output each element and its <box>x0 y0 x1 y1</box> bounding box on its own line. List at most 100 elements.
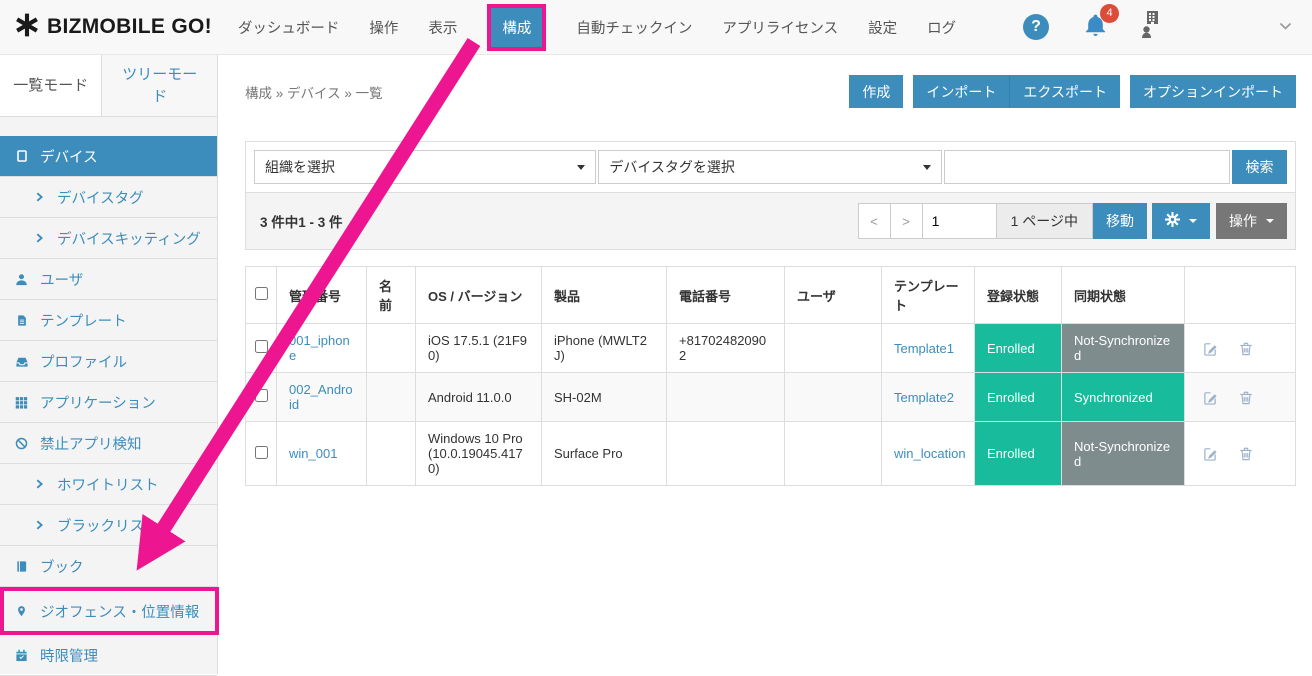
header-os-version: OS / バージョン <box>416 267 542 324</box>
search-button[interactable]: 検索 <box>1232 150 1287 184</box>
sidebar: 一覧モード ツリーモード デバイス デバイスタグ デバイスキッティング ユーザ <box>0 55 218 674</box>
bell-icon <box>1083 25 1108 42</box>
nav-auto-checkin[interactable]: 自動チェックイン <box>576 17 692 38</box>
template-link[interactable]: Template1 <box>894 341 954 356</box>
sync-status-badge: Not-Synchronized <box>1062 324 1185 373</box>
create-button[interactable]: 作成 <box>849 75 903 108</box>
tab-list-mode[interactable]: 一覧モード <box>0 55 102 116</box>
sidebar-item-banned-app-detection[interactable]: 禁止アプリ検知 <box>0 423 217 464</box>
cell-product: SH-02M <box>542 373 667 422</box>
sidebar-item-device[interactable]: デバイス <box>0 136 217 177</box>
tab-tree-mode[interactable]: ツリーモード <box>102 55 217 116</box>
row-checkbox[interactable] <box>255 446 268 459</box>
top-navbar: BIZMOBILE GO! ダッシュボード 操作 表示 構成 自動チェックイン … <box>0 0 1312 55</box>
sidebar-item-label: デバイス <box>40 146 98 167</box>
cell-os: Android 11.0.0 <box>416 373 542 422</box>
chevron-right-icon <box>31 232 46 244</box>
export-button[interactable]: エクスポート <box>1009 75 1120 108</box>
row-checkbox[interactable] <box>255 340 268 353</box>
sidebar-item-book[interactable]: ブック <box>0 546 217 587</box>
sidebar-menu: デバイス デバイスタグ デバイスキッティング ユーザ テンプレート プロファイル <box>0 136 217 676</box>
option-import-button[interactable]: オプションインポート <box>1130 75 1296 108</box>
organization-select-value: 組織を選択 <box>265 157 335 177</box>
sidebar-item-whitelist[interactable]: ホワイトリスト <box>0 464 217 505</box>
header-enroll-status: 登録状態 <box>975 267 1062 324</box>
next-page-button[interactable]: > <box>890 203 923 239</box>
sidebar-item-label: 禁止アプリ検知 <box>40 433 142 454</box>
caret-down-icon <box>577 165 585 170</box>
page-header-row: 構成 » デバイス » 一覧 作成 インポート エクスポート オプションインポー… <box>245 55 1296 108</box>
nav-dashboard[interactable]: ダッシュボード <box>238 17 340 38</box>
template-link[interactable]: win_location <box>894 446 966 461</box>
delete-icon[interactable] <box>1239 390 1253 405</box>
sidebar-item-time-limit[interactable]: 時限管理 <box>0 635 217 676</box>
breadcrumb: 構成 » デバイス » 一覧 <box>245 82 383 102</box>
sidebar-item-device-tag[interactable]: デバイスタグ <box>0 177 217 218</box>
app-screen: BIZMOBILE GO! ダッシュボード 操作 表示 構成 自動チェックイン … <box>0 0 1312 674</box>
organization-select[interactable]: 組織を選択 <box>254 150 596 184</box>
delete-icon[interactable] <box>1239 446 1253 461</box>
nav-settings[interactable]: 設定 <box>868 17 897 38</box>
sync-status-badge: Synchronized <box>1062 373 1185 422</box>
main-nav: ダッシュボード 操作 表示 構成 自動チェックイン アプリライセンス 設定 ログ <box>238 4 956 51</box>
settings-dropdown-button[interactable] <box>1152 203 1210 239</box>
calendar-icon <box>14 649 29 662</box>
edit-icon[interactable] <box>1203 446 1218 461</box>
sidebar-item-label: アプリケーション <box>40 392 156 413</box>
device-link[interactable]: 001_iphone <box>289 333 350 363</box>
header-product: 製品 <box>542 267 667 324</box>
sidebar-item-label: ユーザ <box>40 269 83 290</box>
device-table: 管理番号 名前 OS / バージョン 製品 電話番号 ユーザ テンプレート 登録… <box>245 266 1296 486</box>
device-tag-select[interactable]: デバイスタグを選択 <box>598 150 941 184</box>
header-sync-status: 同期状態 <box>1062 267 1185 324</box>
operations-dropdown-label: 操作 <box>1229 211 1257 231</box>
import-button[interactable]: インポート <box>913 75 1009 108</box>
pagination-controls: < > 1 ページ中 移動 操作 <box>858 203 1287 239</box>
chevron-down-icon[interactable] <box>1279 18 1302 36</box>
sidebar-item-user[interactable]: ユーザ <box>0 259 217 300</box>
cell-product: iPhone (MWLT2J) <box>542 324 667 373</box>
sidebar-item-template[interactable]: テンプレート <box>0 300 217 341</box>
search-input[interactable] <box>944 150 1230 184</box>
page-number-input[interactable] <box>922 203 997 239</box>
notifications-button[interactable]: 4 <box>1083 12 1108 43</box>
nav-log[interactable]: ログ <box>927 17 956 38</box>
device-tag-select-value: デバイスタグを選択 <box>609 157 735 177</box>
sidebar-item-profile[interactable]: プロファイル <box>0 341 217 382</box>
delete-icon[interactable] <box>1239 341 1253 356</box>
edit-icon[interactable] <box>1203 341 1218 356</box>
sidebar-item-label: テンプレート <box>40 310 127 331</box>
edit-icon[interactable] <box>1203 390 1218 405</box>
sidebar-item-geofence-location[interactable]: ジオフェンス・位置情報 <box>0 587 219 635</box>
cell-user <box>785 324 882 373</box>
sidebar-item-device-kitting[interactable]: デバイスキッティング <box>0 218 217 259</box>
sync-status-badge: Not-Synchronized <box>1062 422 1185 486</box>
nav-operations[interactable]: 操作 <box>369 17 398 38</box>
nav-configuration[interactable]: 構成 <box>487 4 546 51</box>
cell-name <box>367 373 416 422</box>
topbar-icons: ? 4 <box>1023 11 1302 43</box>
select-all-checkbox[interactable] <box>255 287 268 300</box>
device-link[interactable]: win_001 <box>289 446 337 461</box>
help-icon[interactable]: ? <box>1023 14 1049 40</box>
sidebar-item-application[interactable]: アプリケーション <box>0 382 217 423</box>
asterisk-logo-icon <box>14 12 40 43</box>
cell-name <box>367 324 416 373</box>
nav-display[interactable]: 表示 <box>428 17 457 38</box>
device-link[interactable]: 002_Android <box>289 382 353 412</box>
device-icon <box>14 149 29 163</box>
enroll-status-badge: Enrolled <box>975 422 1062 486</box>
operations-dropdown-button[interactable]: 操作 <box>1216 203 1287 239</box>
app-logo[interactable]: BIZMOBILE GO! <box>14 12 212 43</box>
cell-phone: +817024820902 <box>667 324 785 373</box>
sidebar-item-label: プロファイル <box>40 351 127 372</box>
chevron-right-icon <box>31 478 46 490</box>
header-management-no: 管理番号 <box>277 267 367 324</box>
row-checkbox[interactable] <box>255 389 268 402</box>
template-link[interactable]: Template2 <box>894 390 954 405</box>
go-button[interactable]: 移動 <box>1093 203 1147 239</box>
sidebar-item-blacklist[interactable]: ブラックリスト <box>0 505 217 546</box>
nav-app-license[interactable]: アプリライセンス <box>722 17 838 38</box>
prev-page-button[interactable]: < <box>858 203 891 239</box>
company-user-icon[interactable] <box>1142 11 1159 43</box>
